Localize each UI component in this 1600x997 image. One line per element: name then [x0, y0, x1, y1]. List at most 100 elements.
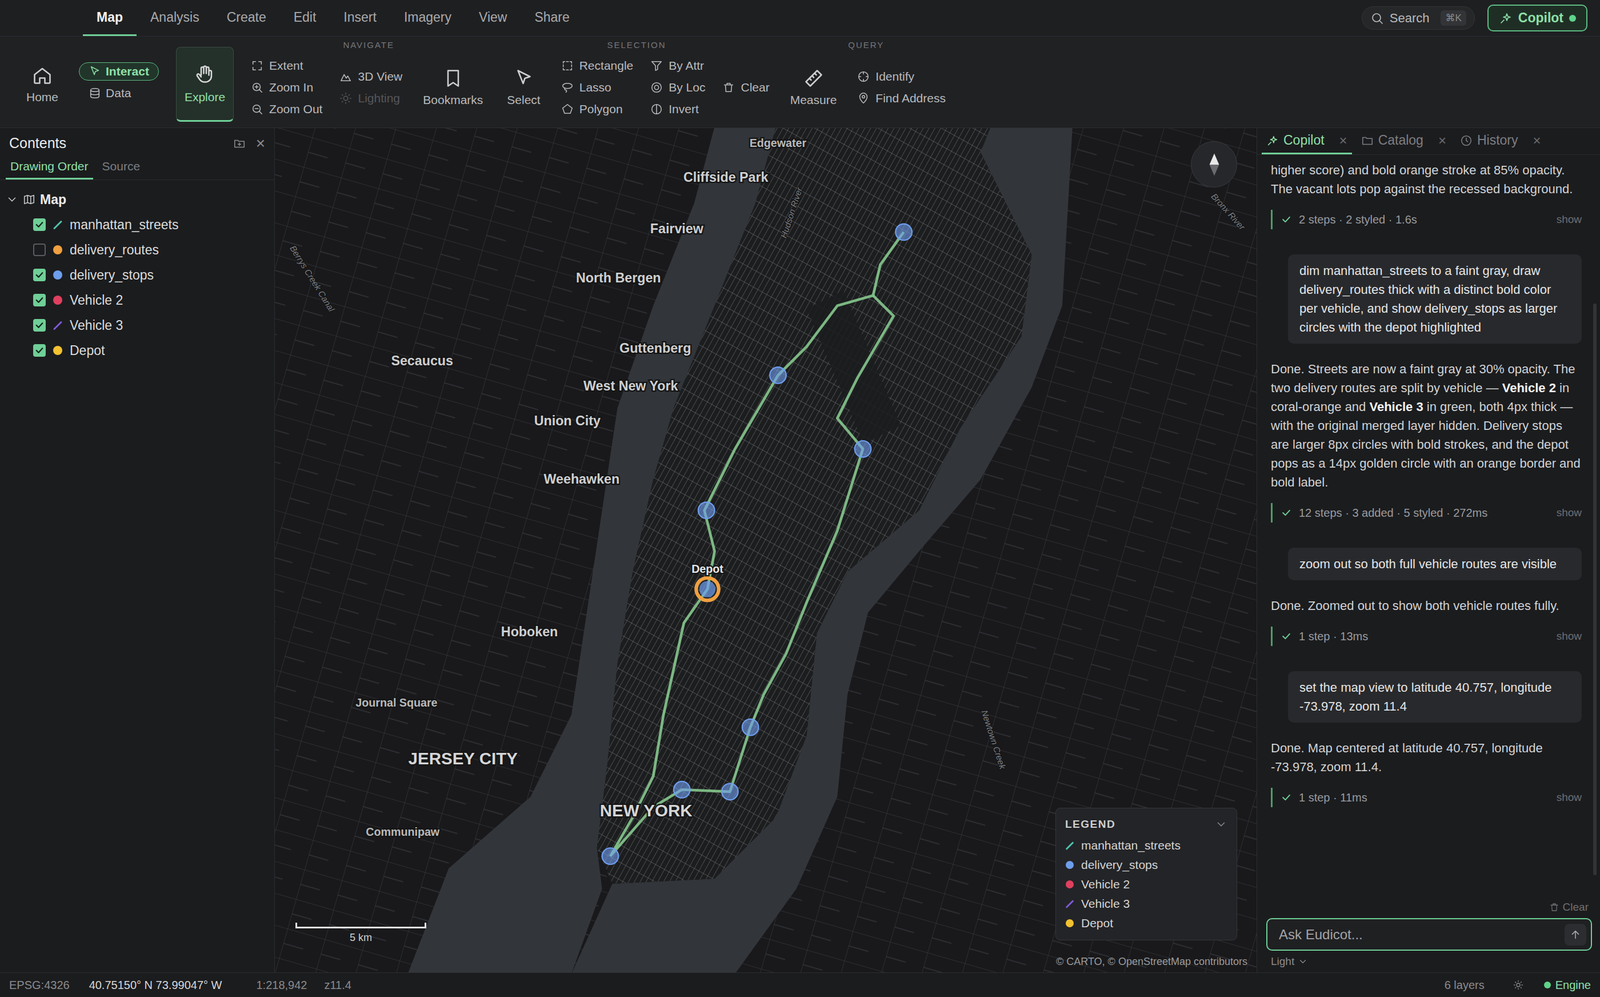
tab-close[interactable]: ×: [1339, 132, 1348, 149]
delivery-stop[interactable]: [721, 783, 739, 800]
map-icon: [22, 193, 36, 206]
ribbon-small-button[interactable]: Extent: [250, 58, 323, 73]
tool-icon: [250, 102, 264, 116]
menu-item[interactable]: Create: [213, 0, 280, 36]
ribbon-small-button[interactable]: Zoom Out: [250, 102, 323, 116]
mode-option[interactable]: Interact: [78, 62, 159, 81]
delivery-stop[interactable]: [602, 847, 619, 864]
place-label: Cliffside Park: [683, 169, 769, 185]
group-items: Extent Zoom In Zoom Out 3D View Lighting Book…: [250, 52, 487, 128]
layer-checkbox[interactable]: [33, 218, 46, 231]
scrollbar[interactable]: [1593, 303, 1597, 875]
mode-toggle: Interact Data: [78, 36, 159, 128]
ribbon-small-button[interactable]: Invert: [650, 102, 706, 116]
map-view[interactable]: EdgewaterCliffside ParkFairviewNorth Ber…: [274, 128, 1257, 972]
mode-option[interactable]: Data: [78, 84, 159, 103]
copilot-button[interactable]: Copilot: [1487, 4, 1588, 32]
close-button[interactable]: ×: [256, 135, 266, 152]
check-icon: [34, 269, 45, 280]
scale-label: 5 km: [349, 931, 372, 944]
menu-item[interactable]: Share: [520, 0, 583, 36]
ribbon-small-button[interactable]: Polygon: [561, 102, 634, 116]
contents-tab[interactable]: Source: [97, 154, 146, 180]
chevron-icon[interactable]: [5, 193, 19, 206]
tab-close[interactable]: ×: [1438, 132, 1447, 149]
layer-checkbox[interactable]: [33, 268, 46, 282]
user-message: zoom out so both full vehicle routes are…: [1288, 547, 1582, 580]
menu-item[interactable]: View: [465, 0, 521, 36]
tool-icon: [250, 81, 264, 94]
clear-label: Clear: [1562, 900, 1589, 914]
ribbon-small-button[interactable]: By Loc: [650, 80, 706, 95]
folder-plus-icon[interactable]: [233, 137, 246, 150]
layer-row[interactable]: Vehicle 3: [5, 312, 275, 338]
line-symbol: [1065, 841, 1075, 850]
layer-row[interactable]: delivery_routes: [5, 237, 275, 263]
vehicle-route[interactable]: [610, 232, 904, 856]
tool-icon: [722, 81, 735, 94]
gis-app: MapAnalysisCreateEditInsertImageryViewSh…: [0, 0, 1600, 997]
menu-item[interactable]: Analysis: [136, 0, 214, 36]
delivery-stop[interactable]: [769, 366, 787, 384]
legend-item: Depot: [1065, 913, 1228, 933]
panel-tab[interactable]: History×: [1455, 128, 1546, 155]
ribbon-small-button[interactable]: Rectangle: [561, 58, 634, 73]
layer-row[interactable]: Vehicle 2: [5, 287, 275, 313]
ribbon-small-button[interactable]: Lasso: [561, 80, 634, 95]
show-button[interactable]: show: [1556, 213, 1582, 226]
contents-tab[interactable]: Drawing Order: [5, 154, 94, 180]
compass[interactable]: [1190, 141, 1238, 188]
delivery-stop[interactable]: [895, 224, 912, 241]
delivery-stop[interactable]: [742, 718, 759, 736]
tool-icon: [561, 81, 574, 94]
layer-row[interactable]: Depot: [5, 337, 275, 363]
layer-row[interactable]: delivery_stops: [5, 262, 275, 288]
show-button[interactable]: show: [1556, 629, 1582, 643]
search-box[interactable]: Search⌘K: [1361, 6, 1475, 30]
layer-checkbox[interactable]: [33, 243, 46, 256]
top-actions: Search⌘K Copilot: [1361, 0, 1588, 36]
layer-checkbox[interactable]: [33, 318, 46, 332]
chevron-icon[interactable]: [1214, 817, 1228, 831]
send-button[interactable]: [1564, 923, 1587, 946]
menu-item[interactable]: Imagery: [390, 0, 466, 36]
ribbon-small-button[interactable]: Identify: [857, 69, 946, 84]
depot-marker[interactable]: [696, 577, 719, 600]
layer-checkbox[interactable]: [33, 293, 46, 307]
delivery-stop[interactable]: [698, 501, 715, 519]
ribbon-button[interactable]: Measure: [786, 68, 841, 107]
panel-tab[interactable]: Catalog ×: [1356, 128, 1451, 155]
legend-label: delivery_stops: [1081, 857, 1158, 872]
ribbon-small-button: Lighting: [339, 91, 403, 106]
panel-tab[interactable]: Copilot×: [1261, 128, 1352, 155]
legend-header[interactable]: LEGEND: [1065, 812, 1228, 836]
ribbon-small-button[interactable]: Clear: [722, 80, 770, 95]
menu-item[interactable]: Insert: [329, 0, 391, 36]
tool-icon: [650, 102, 663, 116]
user-message: set the map view to latitude 40.757, lon…: [1288, 670, 1582, 723]
ribbon-button[interactable]: Bookmarks: [419, 68, 487, 107]
theme-select[interactable]: Light: [1266, 954, 1592, 968]
menu-item[interactable]: Map: [82, 0, 137, 36]
menu-item[interactable]: Edit: [280, 0, 331, 36]
explore-button[interactable]: Explore: [176, 46, 234, 122]
line-symbol: [53, 320, 63, 330]
show-button[interactable]: show: [1556, 790, 1582, 804]
layer-checkbox[interactable]: [33, 344, 46, 357]
ribbon-small-button[interactable]: Find Address: [857, 91, 946, 106]
home-button[interactable]: Home: [22, 36, 62, 128]
tab-label: Catalog: [1378, 132, 1424, 148]
ribbon-small-button[interactable]: By Attr: [650, 58, 706, 73]
clear-chat[interactable]: Clear: [1266, 900, 1592, 914]
sun-icon[interactable]: [1513, 979, 1524, 990]
tab-close[interactable]: ×: [1532, 132, 1541, 149]
ribbon-button[interactable]: Select: [503, 68, 544, 107]
show-button[interactable]: show: [1556, 506, 1582, 519]
layer-row[interactable]: manhattan_streets: [5, 212, 275, 238]
chat-input[interactable]: [1277, 925, 1559, 943]
delivery-stop[interactable]: [854, 440, 872, 458]
ribbon-small-button[interactable]: 3D View: [339, 69, 403, 84]
tree-root[interactable]: Map: [5, 186, 275, 212]
ribbon-small-button[interactable]: Zoom In: [250, 80, 323, 95]
delivery-stop[interactable]: [673, 781, 691, 798]
